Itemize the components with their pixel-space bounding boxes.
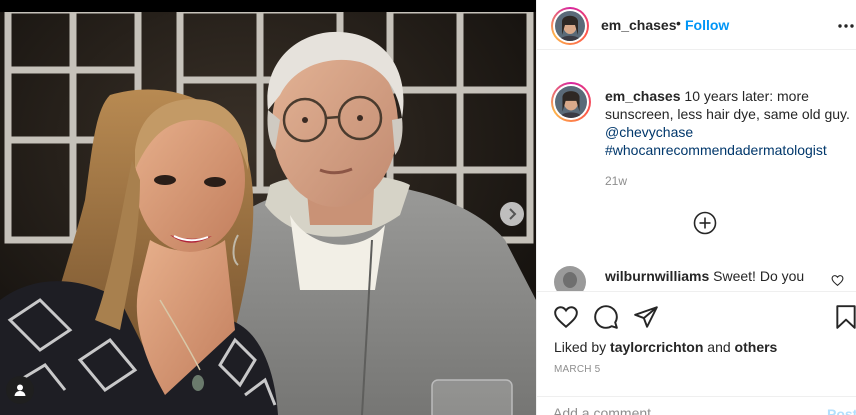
comment-body: Sweet! Do you: [713, 268, 805, 284]
header-username[interactable]: em_chases: [601, 17, 677, 33]
comment-like-icon[interactable]: [831, 274, 844, 287]
post-caption: em_chases 10 years later: more sunscreen…: [605, 87, 853, 159]
tagged-users-button[interactable]: [6, 376, 34, 404]
likes-prefix: Liked by: [554, 339, 607, 355]
post-comment-button[interactable]: Post: [827, 406, 856, 415]
post-photo[interactable]: [0, 0, 536, 415]
header-separator: •: [676, 15, 681, 31]
post-side-panel: em_chases • Follow em_chases 10 years la…: [536, 0, 856, 415]
chevron-right-icon: [509, 208, 517, 220]
more-horizontal-icon[interactable]: [837, 18, 855, 34]
caption-avatar[interactable]: [551, 82, 591, 122]
share-icon[interactable]: [633, 304, 659, 330]
likes-and: and: [707, 339, 731, 355]
caption-hashtag-link[interactable]: #whocanrecommendadermatologist: [605, 141, 853, 159]
likes-user-link[interactable]: taylorcrichton: [610, 339, 703, 355]
caption-username[interactable]: em_chases: [605, 88, 681, 104]
post-date[interactable]: MARCH 5: [554, 364, 600, 375]
bookmark-icon[interactable]: [833, 304, 856, 330]
likes-others-link[interactable]: others: [735, 339, 778, 355]
person-tag-icon: [14, 384, 26, 396]
carousel-next-button[interactable]: [500, 202, 524, 226]
post-header: em_chases • Follow: [537, 0, 856, 50]
comment-username[interactable]: wilburnwilliams: [605, 268, 709, 284]
heart-icon[interactable]: [553, 304, 579, 330]
header-avatar[interactable]: [551, 7, 589, 45]
add-comment-input[interactable]: [553, 405, 793, 415]
photo-scene: [0, 0, 536, 415]
add-comment-bar: Post: [537, 396, 856, 415]
likes-summary: Liked by taylorcrichton and others: [554, 339, 777, 355]
post-actions: Liked by taylorcrichton and others MARCH…: [537, 291, 856, 415]
comment-icon[interactable]: [593, 304, 619, 330]
avatar-image: [555, 86, 587, 118]
avatar-image: [555, 11, 585, 41]
caption-timestamp[interactable]: 21w: [605, 174, 627, 188]
comment-item: wilburnwilliams Sweet! Do you: [605, 268, 804, 284]
follow-button[interactable]: Follow: [685, 17, 729, 33]
plus-circle-icon[interactable]: [693, 211, 717, 235]
caption-mention-link[interactable]: @chevychase: [605, 123, 853, 141]
